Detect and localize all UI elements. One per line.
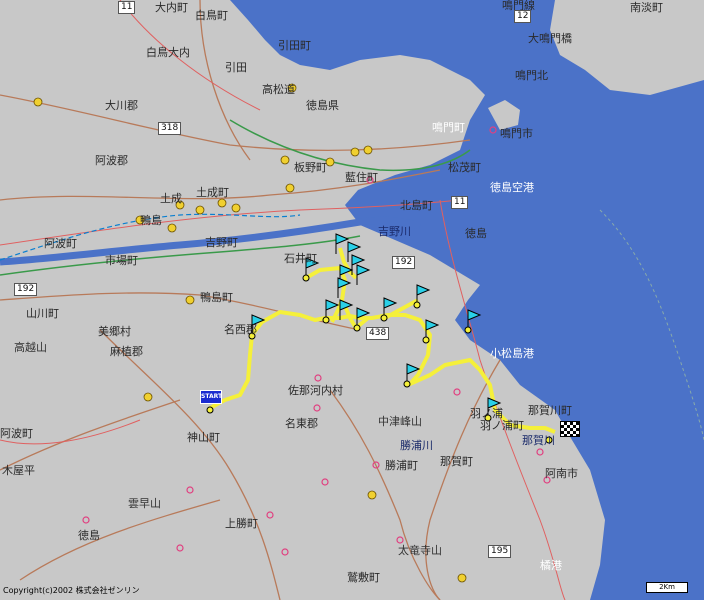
goal-flag-icon[interactable]	[560, 421, 580, 437]
place-label: 松茂町	[448, 161, 481, 174]
place-label: 高松道	[262, 83, 295, 96]
place-label: 高越山	[14, 341, 47, 354]
place-label: 板野町	[294, 161, 327, 174]
place-label: 勝浦川	[400, 439, 433, 452]
place-label: 那賀川町	[528, 404, 572, 417]
place-label: 上勝町	[225, 517, 258, 530]
place-label: 羽ノ浦	[470, 407, 503, 420]
place-label: 鳴門北	[515, 69, 548, 82]
place-label: 羽ノ浦町	[480, 419, 524, 432]
place-label: 名東郡	[285, 417, 318, 430]
place-label: 市場町	[105, 254, 138, 267]
route-shield: 438	[366, 327, 390, 340]
place-label: 阿南市	[545, 467, 578, 480]
route-map[interactable]: 大内町 白鳥町 白鳥大内 引田 引田町 高松道 徳島県 大川郡 阿波郡 土成 土…	[0, 0, 704, 600]
place-label: 石井町	[284, 252, 317, 265]
flag-icon	[356, 264, 371, 285]
place-label: 徳島	[465, 227, 487, 240]
place-label: 那賀川	[522, 434, 555, 447]
road-d	[99, 329, 281, 600]
route-shield: 11	[118, 1, 136, 14]
place-label: 鴨島町	[200, 291, 233, 304]
place-label: 神山町	[187, 431, 220, 444]
route-shield: 11	[451, 196, 469, 209]
place-label: 大内町	[155, 1, 188, 14]
place-label: 阿波町	[44, 237, 77, 250]
place-label: 徳島空港	[490, 181, 534, 194]
place-label: 引田町	[278, 39, 311, 52]
place-label: 山川町	[26, 307, 59, 320]
place-label: 鷲敷町	[347, 571, 380, 584]
place-label: 引田	[225, 61, 247, 74]
place-label: 白鳥大内	[146, 46, 190, 59]
copyright-text: Copyright(c)2002 株式会社ゼンリン	[3, 586, 140, 595]
place-label: 鴨島	[140, 214, 162, 227]
place-label: 佐那河内村	[288, 384, 343, 397]
place-label: 太竜寺山	[398, 544, 442, 557]
route-shield: 318	[158, 122, 182, 135]
place-label: 徳島	[78, 529, 100, 542]
scale-bar: 2Km	[646, 582, 688, 593]
place-label: 中津峰山	[378, 415, 422, 428]
place-label: 麻植郡	[110, 345, 143, 358]
road-i	[19, 499, 221, 581]
place-label: 阿波郡	[95, 154, 128, 167]
place-label: 木屋平	[2, 464, 35, 477]
place-label: 雲早山	[128, 497, 161, 510]
place-label: 土成町	[196, 186, 229, 199]
place-label: 鳴門市	[500, 127, 533, 140]
place-label: 小松島港	[490, 347, 534, 360]
route-shield: 192	[392, 256, 416, 269]
place-label: 藍住町	[345, 171, 378, 184]
place-label: 大川郡	[105, 99, 138, 112]
place-label: 阿波町	[0, 427, 33, 440]
place-label: 名西郡	[224, 323, 257, 336]
place-label: 美郷村	[98, 325, 131, 338]
route-shield: 192	[14, 283, 38, 296]
place-label: 鳴門町	[432, 121, 465, 134]
place-label: 大鳴門橋	[528, 32, 572, 45]
place-label: 那賀町	[440, 455, 473, 468]
road-g	[425, 359, 501, 600]
rail-c	[119, 0, 261, 111]
place-label: 吉野町	[205, 236, 238, 249]
place-label: 土成	[160, 192, 182, 205]
map-graphics	[0, 0, 704, 600]
place-label: 白鳥町	[195, 9, 228, 22]
place-label: 南淡町	[630, 1, 663, 14]
place-label: 橘港	[540, 559, 562, 572]
place-label: 北島町	[400, 199, 433, 212]
place-label: 徳島県	[306, 99, 339, 112]
route-shield: 195	[488, 545, 512, 558]
place-label: 勝浦町	[385, 459, 418, 472]
route-shield: 12	[514, 10, 532, 23]
start-marker[interactable]: START	[200, 390, 222, 404]
place-label: 吉野川	[378, 225, 411, 238]
